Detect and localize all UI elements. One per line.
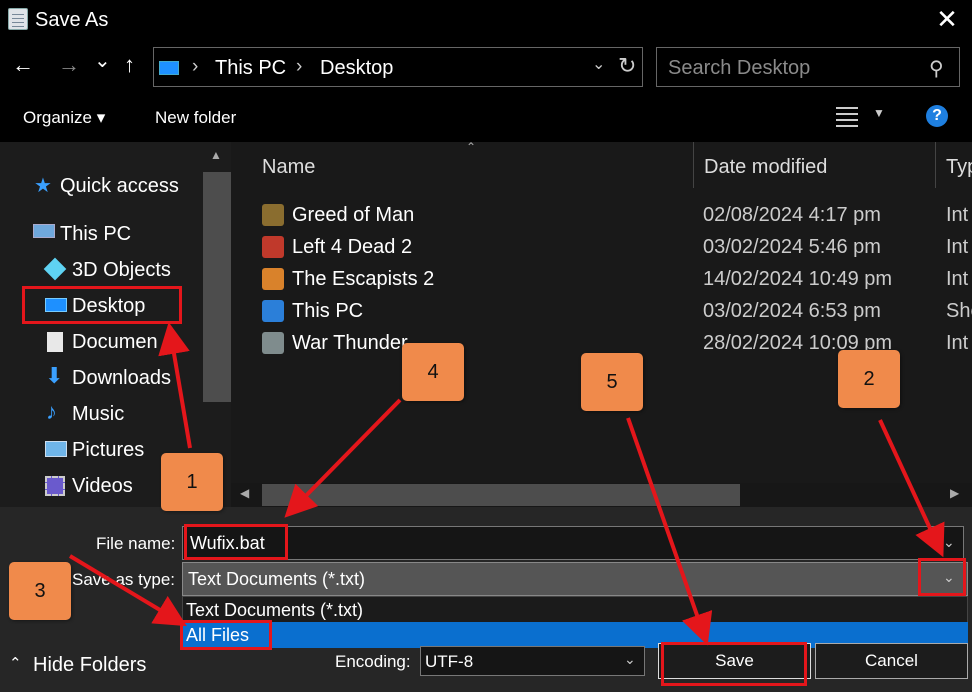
breadcrumb-chevron-icon: › [192, 56, 199, 77]
sidebar-scroll-thumb[interactable] [203, 172, 231, 402]
file-name-cell[interactable]: Left 4 Dead 2 [292, 236, 412, 259]
file-name-cell[interactable]: The Escapists 2 [292, 268, 434, 291]
file-shortcut-icon [262, 204, 284, 226]
all-files-highlight-box [180, 620, 272, 650]
search-input[interactable]: Search Desktop ⚲ [656, 47, 960, 87]
refresh-icon[interactable]: ↻ [618, 53, 636, 79]
breadcrumb-desktop[interactable]: Desktop [320, 57, 393, 80]
column-header-type[interactable]: Typ [946, 156, 972, 179]
file-type-cell: Int [946, 332, 969, 354]
search-icon: ⚲ [929, 58, 944, 80]
file-name-label: File name: [96, 534, 176, 553]
sidebar-item-downloads[interactable]: Downloads [72, 367, 171, 390]
sidebar-item-documents[interactable]: Documen [72, 331, 158, 354]
breadcrumb-chevron-icon: › [296, 56, 303, 77]
file-name-cell[interactable]: Greed of Man [292, 204, 414, 227]
callout-3: 3 [9, 562, 71, 620]
document-icon [47, 332, 63, 352]
view-options-icon[interactable] [836, 105, 858, 127]
desktop-highlight-box [22, 286, 182, 324]
callout-2: 2 [838, 350, 900, 408]
title-bar: Save As ✕ [0, 0, 972, 40]
up-arrow-icon[interactable]: ↑ [124, 52, 135, 78]
star-icon: ★ [34, 175, 52, 197]
file-date-cell: 14/02/2024 10:49 pm [703, 268, 893, 290]
file-name-cell[interactable]: This PC [292, 300, 363, 323]
notepad-icon [8, 8, 28, 30]
address-bar[interactable]: › This PC › Desktop ⌄ ↻ [153, 47, 643, 87]
new-folder-button[interactable]: New folder [155, 108, 236, 128]
filename-highlight-box [184, 524, 288, 560]
file-name-cell[interactable]: War Thunder [292, 332, 408, 355]
save-as-type-label: Save as type: [72, 570, 176, 589]
column-divider[interactable] [935, 142, 936, 188]
scroll-right-icon[interactable]: ▶ [950, 486, 959, 500]
sidebar-item-quick-access[interactable]: Quick access [60, 175, 179, 198]
view-dropdown-arrow-icon[interactable]: ▼ [873, 106, 885, 120]
file-list [231, 142, 972, 507]
sidebar-item-3d-objects[interactable]: 3D Objects [72, 259, 171, 282]
file-name-input[interactable] [182, 526, 964, 560]
close-icon[interactable]: ✕ [934, 6, 960, 32]
file-type-cell: She [946, 300, 972, 322]
sidebar-item-videos[interactable]: Videos [72, 475, 133, 498]
pictures-icon [45, 441, 67, 457]
videos-icon [45, 476, 65, 496]
file-date-cell: 03/02/2024 5:46 pm [703, 236, 881, 258]
organize-menu[interactable]: Organize ▾ [23, 108, 105, 128]
hide-folders-button[interactable]: Hide Folders [33, 654, 146, 677]
command-toolbar [0, 92, 972, 142]
callout-5: 5 [581, 353, 643, 411]
option-text-documents[interactable]: Text Documents (*.txt) [186, 600, 363, 621]
chevron-down-icon[interactable]: ⌄ [592, 54, 605, 74]
callout-1: 1 [161, 453, 223, 511]
encoding-value[interactable]: UTF-8 [425, 652, 473, 672]
sidebar-item-this-pc[interactable]: This PC [60, 223, 131, 246]
chevron-up-icon: ⌃ [9, 655, 22, 672]
file-shortcut-icon [262, 332, 284, 354]
horizontal-scroll-thumb[interactable] [262, 484, 740, 506]
help-icon[interactable]: ? [926, 105, 948, 127]
music-icon: ♪ [46, 399, 57, 424]
encoding-chevron-icon[interactable]: ⌄ [624, 651, 636, 668]
column-header-name[interactable]: Name [262, 156, 315, 179]
save-highlight-box [661, 642, 807, 686]
recent-locations-chevron-icon[interactable]: ⌄ [94, 48, 111, 74]
window-title: Save As [35, 9, 109, 31]
cancel-button[interactable]: Cancel [815, 643, 968, 679]
forward-arrow-icon[interactable]: → [58, 52, 80, 78]
file-shortcut-icon [262, 300, 284, 322]
column-header-date[interactable]: Date modified [704, 156, 827, 179]
sort-ascending-icon: ⌃ [466, 140, 477, 154]
type-dropdown-highlight-box [918, 558, 966, 596]
monitor-icon [159, 61, 179, 75]
file-type-cell: Int [946, 204, 969, 226]
scroll-left-icon[interactable]: ◀ [240, 486, 249, 500]
download-icon: ⬇ [45, 363, 64, 388]
back-arrow-icon[interactable]: ← [12, 52, 34, 78]
scroll-up-icon[interactable]: ▲ [210, 148, 222, 162]
file-type-cell: Int [946, 236, 969, 258]
encoding-label: Encoding: [335, 652, 411, 671]
file-date-cell: 03/02/2024 6:53 pm [703, 300, 881, 322]
computer-icon [33, 224, 55, 238]
column-divider[interactable] [693, 142, 694, 188]
file-date-cell: 02/08/2024 4:17 pm [703, 204, 881, 226]
sidebar-item-pictures[interactable]: Pictures [72, 439, 144, 462]
breadcrumb-this-pc[interactable]: This PC [215, 57, 286, 80]
search-placeholder: Search Desktop [668, 57, 811, 79]
file-shortcut-icon [262, 236, 284, 258]
sidebar-item-music[interactable]: Music [72, 403, 124, 426]
file-name-chevron-icon[interactable]: ⌄ [943, 534, 955, 551]
file-shortcut-icon [262, 268, 284, 290]
callout-4: 4 [402, 343, 464, 401]
file-type-cell: Int [946, 268, 969, 290]
save-as-type-value[interactable]: Text Documents (*.txt) [188, 569, 365, 590]
